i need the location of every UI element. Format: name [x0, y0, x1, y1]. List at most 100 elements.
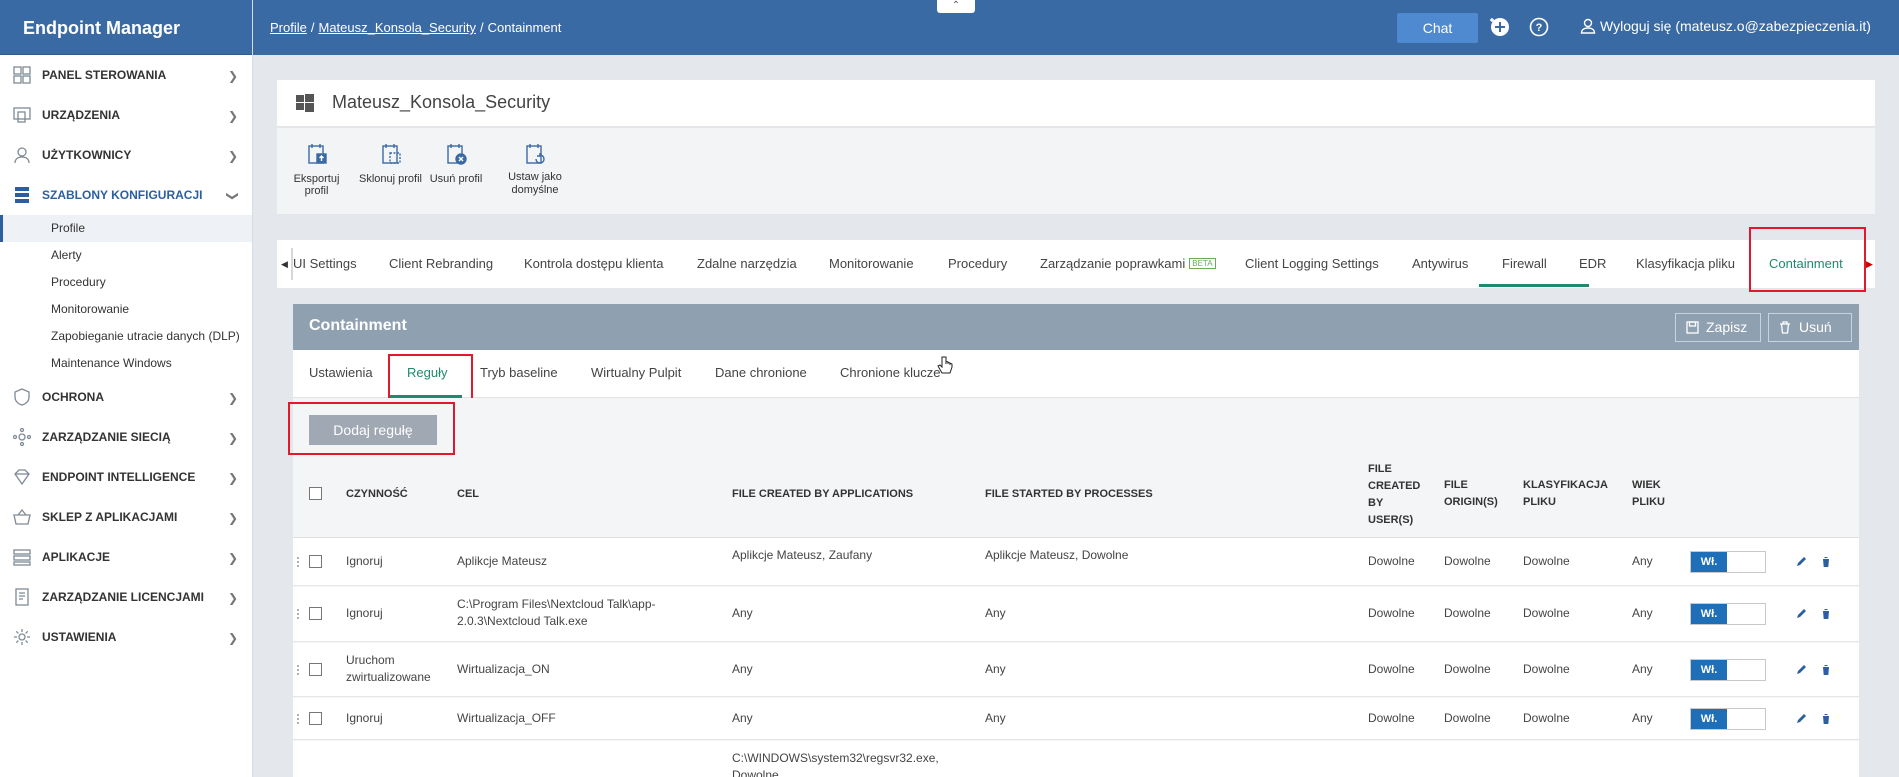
enable-toggle[interactable]: Wł.: [1690, 603, 1766, 625]
trash-icon[interactable]: [1820, 608, 1832, 620]
row-checkbox[interactable]: [309, 607, 322, 620]
sidebar-subitem-profile[interactable]: Profile: [0, 215, 252, 242]
tab-zdalne-narzedzia[interactable]: Zdalne narzędzia: [697, 256, 797, 271]
set-default-label: Ustaw jako: [508, 171, 562, 183]
column-header-age[interactable]: WIEK PLIKU: [1632, 477, 1665, 511]
tab-monitorowanie[interactable]: Monitorowanie: [829, 256, 914, 271]
tab-kontrola-dostepu[interactable]: Kontrola dostępu klienta: [524, 256, 663, 271]
column-header-classification[interactable]: KLASYFIKACJA PLIKU: [1523, 477, 1608, 511]
edit-icon[interactable]: [1795, 608, 1807, 620]
edit-icon[interactable]: [1795, 664, 1807, 676]
sidebar-subitem-alerty[interactable]: Alerty: [0, 242, 252, 269]
tab-antywirus[interactable]: Antywirus: [1412, 256, 1468, 271]
table-row[interactable]: Uruchom zwirtualizowane Wirtualizacja_ON…: [293, 643, 1859, 697]
table-row[interactable]: Ignoruj Aplikcje Mateusz Aplikcje Mateus…: [293, 538, 1859, 586]
tab-klasyfikacja-pliku[interactable]: Klasyfikacja pliku: [1636, 256, 1735, 271]
sidebar-item-endpoint-intelligence[interactable]: ENDPOINT INTELLIGENCE ❯: [0, 457, 252, 497]
tab-ui-settings[interactable]: UI Settings: [293, 256, 357, 271]
subtab-wirtualny-pulpit[interactable]: Wirtualny Pulpit: [591, 365, 681, 380]
sidebar-item-label: APLIKACJE: [42, 550, 111, 564]
sidebar-item-label: PANEL STEROWANIA: [42, 68, 167, 82]
tab-firewall[interactable]: Firewall: [1502, 256, 1547, 271]
set-default-button[interactable]: Ustaw jako domyślne: [502, 143, 568, 197]
sidebar-item-ustawienia[interactable]: USTAWIENIA ❯: [0, 617, 252, 657]
svg-text:?: ?: [1536, 22, 1543, 34]
sidebar-item-urzadzenia[interactable]: URZĄDZENIA ❯: [0, 95, 252, 135]
row-checkbox[interactable]: [309, 663, 322, 676]
sidebar-subitem-procedury[interactable]: Procedury: [0, 269, 252, 296]
column-header-started-by[interactable]: FILE STARTED BY PROCESSES: [985, 486, 1153, 503]
cell-action: Ignoruj: [346, 711, 383, 725]
tab-zarzadzanie-poprawkami[interactable]: Zarządzanie poprawkami BETA: [1040, 256, 1216, 271]
sidebar-item-sklep[interactable]: SKLEP Z APLIKACJAMI ❯: [0, 497, 252, 537]
edit-icon[interactable]: [1795, 556, 1807, 568]
tab-client-rebranding[interactable]: Client Rebranding: [389, 256, 493, 271]
sidebar-item-uzytkownicy[interactable]: UŻYTKOWNICY ❯: [0, 135, 252, 175]
license-icon: [12, 587, 32, 607]
breadcrumb-profile-name[interactable]: Mateusz_Konsola_Security: [318, 20, 476, 35]
cell-origin: Dowolne: [1444, 606, 1491, 620]
collapse-header-button[interactable]: ⌃: [937, 0, 975, 13]
subtab-chronione-klucze[interactable]: Chronione klucze: [840, 365, 940, 380]
column-header-action[interactable]: CZYNNOŚĆ: [346, 486, 408, 503]
remove-button[interactable]: Usuń: [1768, 313, 1852, 342]
trash-icon[interactable]: [1820, 664, 1832, 676]
chat-button[interactable]: Chat: [1397, 13, 1478, 43]
cell-apps: C:\WINDOWS\system32\regsvr32.exe, Dowoln…: [732, 750, 939, 777]
subtab-dane-chronione[interactable]: Dane chronione: [715, 365, 807, 380]
scroll-left-icon[interactable]: ◀: [281, 259, 288, 270]
drag-handle-icon[interactable]: [296, 713, 300, 725]
drag-handle-icon[interactable]: [296, 556, 300, 568]
export-profile-button[interactable]: Eksportuj profil: [284, 143, 349, 197]
enable-toggle[interactable]: Wł.: [1690, 659, 1766, 681]
tab-edr[interactable]: EDR: [1579, 256, 1606, 271]
table-row[interactable]: Ignoruj Wirtualizacja_OFF Any Any Dowoln…: [293, 698, 1859, 740]
column-header-target[interactable]: CEL: [457, 486, 479, 503]
sidebar-item-szablony-konfiguracji[interactable]: SZABLONY KONFIGURACJI ❯: [0, 175, 252, 215]
sidebar-item-aplikacje[interactable]: APLIKACJE ❯: [0, 537, 252, 577]
cell-action: Uruchom zwirtualizowane: [346, 652, 431, 686]
enable-toggle[interactable]: Wł.: [1690, 551, 1766, 573]
column-header-origin[interactable]: FILE ORIGIN(S): [1444, 477, 1498, 511]
trash-icon[interactable]: [1820, 713, 1832, 725]
sidebar-subitem-dlp[interactable]: Zapobieganie utracie danych (DLP): [0, 323, 252, 350]
header-line: CREATED: [1368, 480, 1421, 492]
help-icon[interactable]: ?: [1528, 16, 1550, 38]
sidebar-subitem-maintenance[interactable]: Maintenance Windows: [0, 350, 252, 377]
breadcrumb-profile[interactable]: Profile: [270, 20, 307, 35]
subtab-tryb-baseline[interactable]: Tryb baseline: [480, 365, 558, 380]
clone-profile-button[interactable]: Sklonuj profil: [358, 143, 423, 185]
sidebar-item-panel-sterowania[interactable]: PANEL STEROWANIA ❯: [0, 55, 252, 95]
sidebar-item-ochrona[interactable]: OCHRONA ❯: [0, 377, 252, 417]
tab-client-logging[interactable]: Client Logging Settings: [1245, 256, 1379, 271]
enable-toggle[interactable]: Wł.: [1690, 708, 1766, 730]
drag-handle-icon[interactable]: [296, 664, 300, 676]
sidebar-item-zarzadzanie-siecia[interactable]: ZARZĄDZANIE SIECIĄ ❯: [0, 417, 252, 457]
tab-procedury[interactable]: Procedury: [948, 256, 1007, 271]
row-checkbox[interactable]: [309, 712, 322, 725]
sidebar-submenu: Profile Alerty Procedury Monitorowanie Z…: [0, 215, 252, 377]
select-all-checkbox[interactable]: [309, 487, 322, 500]
brand-title[interactable]: Endpoint Manager: [0, 0, 252, 55]
add-icon[interactable]: [1489, 16, 1511, 38]
cell-apps-line: Dowolne: [732, 768, 779, 777]
edit-icon[interactable]: [1795, 713, 1807, 725]
table-row[interactable]: C:\WINDOWS\system32\regsvr32.exe, Dowoln…: [293, 741, 1859, 777]
save-button[interactable]: Zapisz: [1675, 313, 1761, 342]
logout-link[interactable]: Wyloguj się (mateusz.o@zabezpieczenia.it…: [1580, 18, 1871, 34]
sidebar-item-licencje[interactable]: ZARZĄDZANIE LICENCJAMI ❯: [0, 577, 252, 617]
column-header-created-by-apps[interactable]: FILE CREATED BY APPLICATIONS: [732, 486, 913, 503]
sidebar-subitem-monitorowanie[interactable]: Monitorowanie: [0, 296, 252, 323]
highlight-box: [388, 354, 473, 402]
chevron-right-icon: ❯: [227, 69, 238, 83]
cell-started: Any: [985, 606, 1006, 620]
breadcrumb: Profile / Mateusz_Konsola_Security / Contain…: [270, 20, 562, 35]
row-checkbox[interactable]: [309, 555, 322, 568]
scroll-right-icon[interactable]: ▶: [1866, 259, 1873, 270]
trash-icon[interactable]: [1820, 556, 1832, 568]
table-row[interactable]: Ignoruj C:\Program Files\Nextcloud Talk\…: [293, 587, 1859, 642]
column-header-created-by-users[interactable]: FILE CREATED BY USER(S): [1368, 461, 1420, 529]
drag-handle-icon[interactable]: [296, 608, 300, 620]
delete-profile-button[interactable]: Usuń profil: [427, 143, 485, 185]
subtab-ustawienia[interactable]: Ustawienia: [309, 365, 373, 380]
